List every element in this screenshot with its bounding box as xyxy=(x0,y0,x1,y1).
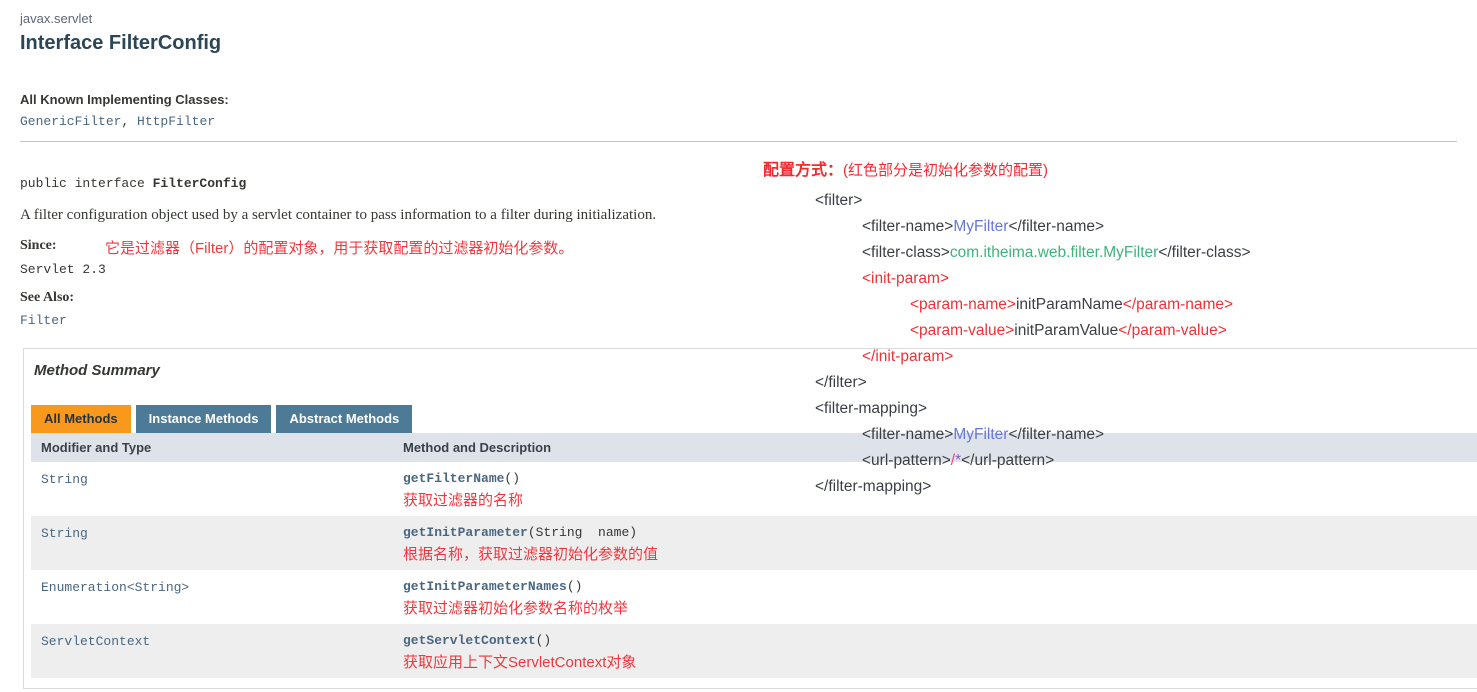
method-description-cn: 根据名称，获取过滤器初始化参数的值 xyxy=(403,546,1477,564)
xml-line: </filter> xyxy=(763,370,1463,396)
method-signature: () xyxy=(567,579,583,594)
signature-name: FilterConfig xyxy=(153,176,247,191)
type-link[interactable]: String xyxy=(31,462,403,516)
table-row: String getInitParameter(String name) 根据名… xyxy=(31,516,1477,570)
xml-line: <filter-name>MyFilter</filter-name> xyxy=(763,422,1463,448)
method-signature: () xyxy=(536,633,552,648)
interface-signature: public interface FilterConfig xyxy=(20,176,246,191)
tab-all-methods[interactable]: All Methods xyxy=(31,405,131,433)
method-link[interactable]: getInitParameterNames xyxy=(403,579,567,594)
http-filter-link[interactable]: HttpFilter xyxy=(137,114,215,129)
method-description-cn: 获取应用上下文ServletContext对象 xyxy=(403,654,1477,672)
xml-line: <init-param> xyxy=(763,266,1463,292)
divider xyxy=(20,141,1457,142)
xml-line: </filter-mapping> xyxy=(763,474,1463,500)
method-signature: () xyxy=(504,471,520,486)
since-annotation-cn: 它是过滤器（Filter）的配置对象，用于获取配置的过滤器初始化参数。 xyxy=(105,237,573,258)
implementing-classes: GenericFilter, HttpFilter xyxy=(20,114,215,129)
type-link[interactable]: Enumeration<String> xyxy=(31,570,403,624)
xml-line: <filter-name>MyFilter</filter-name> xyxy=(763,214,1463,240)
xml-line: <filter-class>com.itheima.web.filter.MyF… xyxy=(763,240,1463,266)
interface-description: A filter configuration object used by a … xyxy=(20,207,656,224)
page-title: Interface FilterConfig xyxy=(20,32,221,55)
generic-filter-link[interactable]: GenericFilter xyxy=(20,114,121,129)
column-header-modifier: Modifier and Type xyxy=(31,440,403,455)
see-also: Filter xyxy=(20,313,67,328)
filter-config-panel: 配置方式：(红色部分是初始化参数的配置) <filter> <filter-na… xyxy=(763,160,1463,500)
xml-line: <filter-mapping> xyxy=(763,396,1463,422)
xml-line: <param-value>initParamValue</param-value… xyxy=(763,318,1463,344)
xml-snippet: <filter> <filter-name>MyFilter</filter-n… xyxy=(763,188,1463,500)
xml-line: <param-name>initParamName</param-name> xyxy=(763,292,1463,318)
tab-instance-methods[interactable]: Instance Methods xyxy=(136,405,272,433)
implementing-classes-label: All Known Implementing Classes: xyxy=(20,92,229,107)
since-value: Servlet 2.3 xyxy=(20,262,106,277)
package-name: javax.servlet xyxy=(20,11,92,26)
method-link[interactable]: getInitParameter xyxy=(403,525,528,540)
type-link[interactable]: String xyxy=(31,516,403,570)
xml-line: </init-param> xyxy=(763,344,1463,370)
method-signature: (String name) xyxy=(528,525,637,540)
since-label: Since: xyxy=(20,238,57,254)
method-link[interactable]: getServletContext xyxy=(403,633,536,648)
javadoc-page: javax.servlet Interface FilterConfig All… xyxy=(0,0,1477,692)
tab-abstract-methods[interactable]: Abstract Methods xyxy=(276,405,412,433)
method-description-cn: 获取过滤器初始化参数名称的枚举 xyxy=(403,600,1477,618)
type-link[interactable]: ServletContext xyxy=(31,624,403,678)
filter-link[interactable]: Filter xyxy=(20,313,67,328)
xml-line: <filter> xyxy=(763,188,1463,214)
table-row: ServletContext getServletContext() 获取应用上… xyxy=(31,624,1477,678)
see-also-label: See Also: xyxy=(20,290,74,306)
xml-line: <url-pattern>/*</url-pattern> xyxy=(763,448,1463,474)
config-heading: 配置方式：(红色部分是初始化参数的配置) xyxy=(763,160,1463,182)
method-link[interactable]: getFilterName xyxy=(403,471,504,486)
table-row: Enumeration<String> getInitParameterName… xyxy=(31,570,1477,624)
impl-separator: , xyxy=(121,114,137,129)
